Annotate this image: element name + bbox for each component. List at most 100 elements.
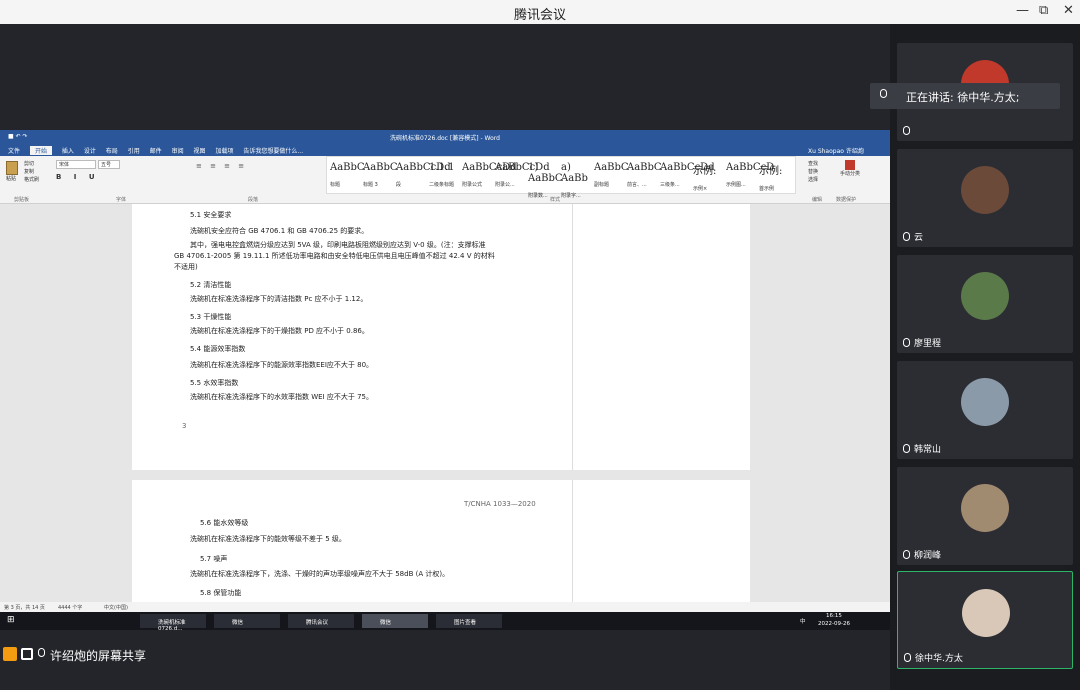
tab-review[interactable]: 审阅 [172,146,184,155]
tab-design[interactable]: 设计 [84,146,96,155]
page-divider [572,480,573,602]
tab-view[interactable]: 视图 [194,146,206,155]
tab-layout[interactable]: 布局 [106,146,118,155]
tab-mailings[interactable]: 邮件 [150,146,162,155]
taskbar-item-wechat-2[interactable]: 微信 [362,614,428,628]
style-sample: AaBbC [330,162,365,173]
taskbar-item-tencent-meeting[interactable]: 腾讯会议 [288,614,354,628]
participant-name: 云 [914,233,924,243]
participant-name-row: 廖里程 [903,336,941,349]
format-painter-button[interactable]: 格式刷 [24,176,39,184]
style-option[interactable]: a) AaBb 附录字... [561,162,595,199]
word-menu-tabs: 文件 开始 插入 设计 布局 引用 邮件 审阅 视图 加载项 告诉我您想要做什么… [0,144,890,156]
style-name: 二级条标题 [429,182,455,188]
screen-share-label: 许绍炮的屏幕共享 [50,649,147,663]
paragraph-buttons[interactable]: ≡ ≡ ≡ ≡ [196,162,247,170]
tab-addins[interactable]: 加载项 [215,146,233,155]
style-sample: AaBbC [627,162,662,173]
taskbar-item-word[interactable]: 洗碗机标准0726.d... [140,614,206,630]
style-option[interactable]: AaBbCcDd 三级条... [660,162,715,190]
taskbar-date[interactable]: 2022-09-26 [818,621,850,627]
copy-button[interactable]: 复制 [24,168,39,176]
style-name: 标题 3 [363,182,378,188]
mic-icon [903,444,910,453]
restore-button[interactable]: ⧉ [1039,3,1048,18]
style-sample: 1) AaBbC [528,162,563,184]
style-sample: AaBbCcDd [396,162,451,173]
minimize-button[interactable]: — [1016,3,1029,18]
style-option[interactable]: AaBbCcD 示例图... [726,162,774,190]
find-button[interactable]: 查找 [808,160,818,168]
paragraph-line: 不适用) [174,263,198,271]
participant-name-row [903,126,914,137]
shared-screen[interactable]: ■ ↶ ↷ 洗碗机标准0726.doc [兼容模式] - Word 文件 开始 … [0,130,890,630]
participant-tile[interactable]: 韩常山 [897,361,1073,459]
select-button[interactable]: 选择 [808,176,818,184]
tab-references[interactable]: 引用 [128,146,140,155]
participant-tile[interactable]: 廖里程 [897,255,1073,353]
page-divider [572,204,573,470]
close-button[interactable]: ✕ [1063,3,1074,18]
paragraph-line: 洗碗机在标准洗涤程序下的清洁指数 Pc 应不小于 1.12。 [190,295,368,303]
style-option[interactable]: AaBbC 副标题 [594,162,629,190]
tab-file[interactable]: 文件 [8,146,20,155]
style-sample: a) AaBb [561,162,588,184]
font-size-select[interactable]: 五号 [98,160,120,169]
participant-tile[interactable]: 云 [897,149,1073,247]
document-area[interactable]: 5.1 安全要求 洗碗机安全应符合 GB 4706.1 和 GB 4706.25 … [0,204,890,602]
windows-taskbar: ⊞ 洗碗机标准0726.d... 微信 腾讯会议 微信 图片查看 中 16:15… [0,612,890,630]
paste-button[interactable]: 粘贴 [6,161,18,182]
style-option[interactable]: AaBbCcDd 附录公... [495,162,550,190]
style-option[interactable]: AaBbC 标题 3 [363,162,398,190]
style-option[interactable]: AaBbCcDd 附录公式 [462,162,517,190]
avatar [961,484,1009,532]
cut-button[interactable]: 剪切 [24,160,39,168]
style-name: 段 [396,182,402,188]
style-sample: AaBbCcDd [495,162,550,173]
word-doc-title: 洗碗机标准0726.doc [兼容模式] - Word [390,135,500,142]
page-header: T/CNHA 1033—2020 [464,500,536,508]
section-heading: 5.7 噪声 [200,555,228,563]
mic-icon [903,338,910,347]
style-option[interactable]: 示例: 示例× [693,162,727,192]
taskbar-time[interactable]: 16:15 [826,613,842,619]
mic-icon [903,126,910,135]
section-heading: 5.4 能源效率指数 [190,345,246,353]
font-format-buttons[interactable]: B I U [56,173,100,181]
style-name: 标题 [330,182,341,188]
page-number: 3 [182,422,187,430]
word-ribbon: 粘贴 剪切 复制 格式刷 宋体 五号 B I U ≡ ≡ ≡ ≡ AaBbC 标题… [0,156,890,204]
tell-me-box[interactable]: 告诉我您想要做什么... [243,146,303,155]
style-option[interactable]: AaBbCcDd 段 [396,162,451,190]
participant-tile[interactable]: 徐中华.方太 [897,571,1073,669]
ime-indicator[interactable]: 中 [800,617,806,625]
group-data-protect: 数据保护 [836,197,857,203]
replace-button[interactable]: 替换 [808,168,818,176]
font-name-select[interactable]: 宋体 [56,160,96,169]
tab-insert[interactable]: 插入 [62,146,74,155]
taskbar-item-photos[interactable]: 图片查看 [436,614,502,628]
participant-name-row: 韩常山 [903,442,941,455]
windows-start-icon[interactable]: ⊞ [7,615,15,625]
screen-share-icon [21,648,33,660]
participant-name: 韩常山 [914,445,942,455]
style-sample: 示例: [759,166,783,177]
style-option[interactable]: 1.1.1 二级条标题 [429,162,463,190]
section-heading: 5.3 干燥性能 [190,313,232,321]
style-option[interactable]: 1) AaBbC 附录数... [528,162,563,199]
style-option[interactable]: 示例: 首示例 [759,162,793,192]
paste-label: 粘贴 [6,176,17,182]
taskbar-item-wechat[interactable]: 微信 [214,614,280,628]
style-sample: 示例: [693,166,717,177]
style-option[interactable]: AaBbC 前言、... [627,162,662,190]
paragraph-line: 洗碗机在标准洗涤程序下的能源效率指数EEI应不大于 80。 [190,361,374,369]
manual-classify-button[interactable]: 手动分类 [840,160,860,177]
style-name: 首示例 [759,186,775,192]
avatar [961,272,1009,320]
mic-icon [903,232,910,241]
style-option[interactable]: AaBbC 标题 [330,162,365,190]
group-styles: 样式 [550,197,561,203]
style-name: 三级条... [660,182,680,188]
tab-home[interactable]: 开始 [29,146,52,155]
participant-tile[interactable]: 柳润峰 [897,467,1073,565]
